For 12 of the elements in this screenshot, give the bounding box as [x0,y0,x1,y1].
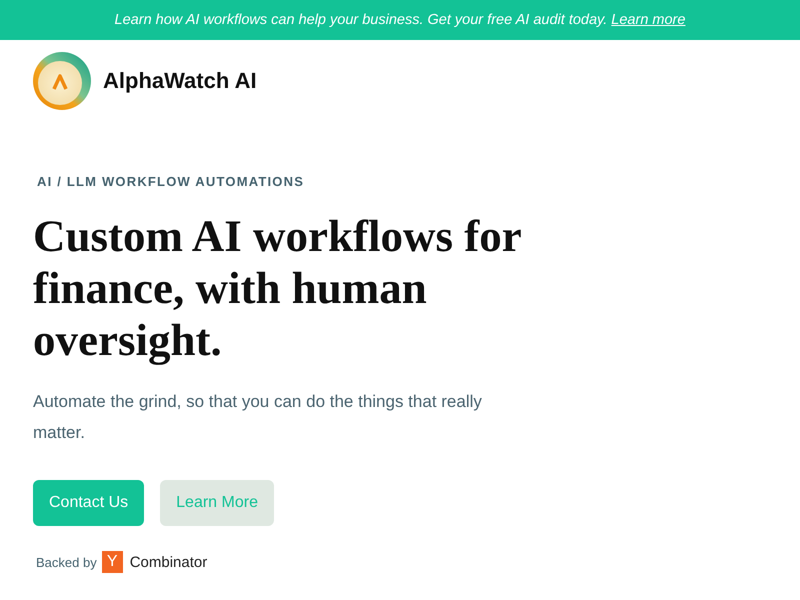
hero-heading: Custom AI workflows for finance, with human oversight. [33,210,522,366]
logo-icon[interactable] [33,52,91,110]
learn-more-button[interactable]: Learn More [160,480,274,526]
learn-more-link[interactable]: Learn more [611,12,686,28]
contact-button[interactable]: Contact Us [33,480,144,526]
combinator-text: Combinator [130,554,208,570]
brand-name[interactable]: AlphaWatch AI [103,68,257,94]
backed-by-text: Backed by [36,554,97,570]
hero-subtitle: Automate the grind, so that you can do the things that really matter. [33,391,483,444]
eyebrow-label: AI / LLM WORKFLOW AUTOMATIONS [37,174,304,189]
banner-text: Learn how AI workflows can help your business. Get your free AI audit today. Learn more [114,12,686,28]
logo-tile: Y [102,551,123,573]
